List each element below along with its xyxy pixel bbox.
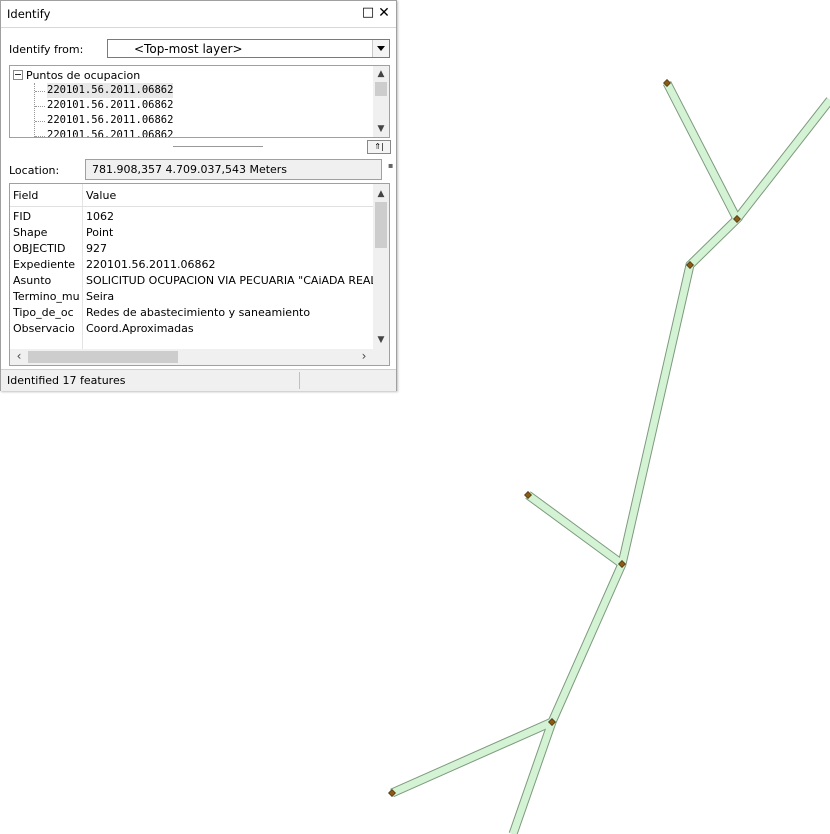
location-value: 781.908,357 4.709.037,543 Meters	[92, 163, 288, 176]
tree-layer-node[interactable]: Puntos de ocupacion	[13, 68, 140, 83]
scroll-thumb[interactable]	[375, 202, 387, 248]
chevron-down-icon[interactable]: ▼	[373, 122, 389, 136]
table-row[interactable]: FID 1062	[10, 209, 374, 225]
chevron-down-icon[interactable]: ▼	[373, 333, 389, 347]
tree-feature-node[interactable]: 220101.56.2011.06862	[47, 98, 173, 113]
route-segment	[734, 97, 830, 222]
restore-icon[interactable]: □	[361, 5, 375, 21]
tree-feature-node[interactable]: 220101.56.2011.06862	[47, 113, 173, 128]
window-title: Identify	[7, 7, 51, 21]
field-name: Shape	[13, 226, 48, 239]
dropdown-arrow-icon[interactable]	[372, 40, 389, 57]
tree-connector	[35, 121, 45, 122]
tree-connector	[35, 106, 45, 107]
tree-scrollbar[interactable]: ▲ ▼	[373, 66, 389, 137]
field-name: Expediente	[13, 258, 76, 271]
field-name: Observacio	[13, 322, 75, 335]
value-column-header[interactable]: Value	[86, 186, 374, 206]
location-field[interactable]: 781.908,357 4.709.037,543 Meters	[85, 159, 382, 180]
field-column-header[interactable]: Field	[13, 186, 79, 206]
route-segment	[525, 492, 625, 567]
table-row[interactable]: Asunto SOLICITUD OCUPACION VIA PECUARIA …	[10, 273, 374, 289]
tree-feature-node[interactable]: 220101.56.2011.06862	[47, 128, 173, 137]
close-icon[interactable]: ✕	[377, 5, 391, 21]
field-name: FID	[13, 210, 32, 223]
tree-connector	[35, 136, 45, 137]
field-name: OBJECTID	[13, 242, 66, 255]
identify-from-label: Identify from:	[9, 43, 84, 56]
field-value: Point	[86, 226, 114, 239]
field-name: Termino_mu	[13, 290, 79, 303]
chevron-right-icon[interactable]: ›	[356, 349, 372, 365]
results-tree[interactable]: Puntos de ocupacion 220101.56.2011.06862…	[9, 65, 390, 138]
table-row[interactable]: Tipo_de_oc Redes de abastecimiento y san…	[10, 305, 374, 321]
field-value: 1062	[86, 210, 114, 223]
field-value: 220101.56.2011.06862	[86, 258, 216, 271]
status-bar: Identified 17 features	[1, 369, 396, 391]
table-row[interactable]: Observacio Coord.Aproximadas	[10, 321, 374, 337]
route-network	[390, 80, 830, 834]
field-name: Asunto	[13, 274, 52, 287]
table-row[interactable]: Shape Point	[10, 225, 374, 241]
scroll-thumb[interactable]	[28, 351, 178, 363]
identify-window: Identify □ ✕ Identify from: <Top-most la…	[0, 0, 397, 391]
chevron-up-icon[interactable]: ▲	[373, 187, 389, 201]
identify-from-dropdown[interactable]: <Top-most layer>	[107, 39, 390, 58]
status-text: Identified 17 features	[7, 374, 126, 387]
pane-toggle-button[interactable]: ⇑|	[367, 140, 391, 154]
field-value: Seira	[86, 290, 115, 303]
identify-from-value: <Top-most layer>	[134, 42, 243, 56]
field-value: Redes de abastecimiento y saneamiento	[86, 306, 311, 319]
tree-connector	[35, 91, 45, 92]
scroll-thumb[interactable]	[375, 82, 387, 96]
table-row[interactable]: Termino_mu Seira	[10, 289, 374, 305]
chevron-up-icon[interactable]: ▲	[373, 67, 389, 81]
table-row[interactable]: Expediente 220101.56.2011.06862	[10, 257, 374, 273]
grid-vertical-scrollbar[interactable]: ▲ ▼	[373, 184, 389, 349]
field-value: 927	[86, 242, 107, 255]
chevron-left-icon[interactable]: ‹	[11, 349, 27, 365]
field-value: SOLICITUD OCUPACION VIA PECUARIA "CAiADA…	[86, 274, 374, 287]
grid-header: Field Value	[10, 186, 374, 207]
minus-box-icon[interactable]	[13, 70, 23, 80]
pane-splitter[interactable]	[173, 146, 263, 147]
location-label: Location:	[9, 164, 60, 177]
attributes-grid[interactable]: Field Value FID 1062 Shape Point OBJECTI…	[9, 183, 390, 366]
tree-feature-node[interactable]: 220101.56.2011.06862	[47, 83, 174, 98]
field-value: Coord.Aproximadas	[86, 322, 194, 335]
location-menu-icon[interactable]: ▪	[388, 161, 393, 170]
table-row[interactable]: OBJECTID 927	[10, 241, 374, 257]
status-separator	[299, 372, 300, 389]
grid-horizontal-scrollbar[interactable]: ‹ ›	[10, 349, 389, 365]
field-name: Tipo_de_oc	[13, 306, 74, 319]
tree-layer-label: Puntos de ocupacion	[26, 69, 141, 82]
title-bar[interactable]: Identify □ ✕	[1, 1, 396, 28]
